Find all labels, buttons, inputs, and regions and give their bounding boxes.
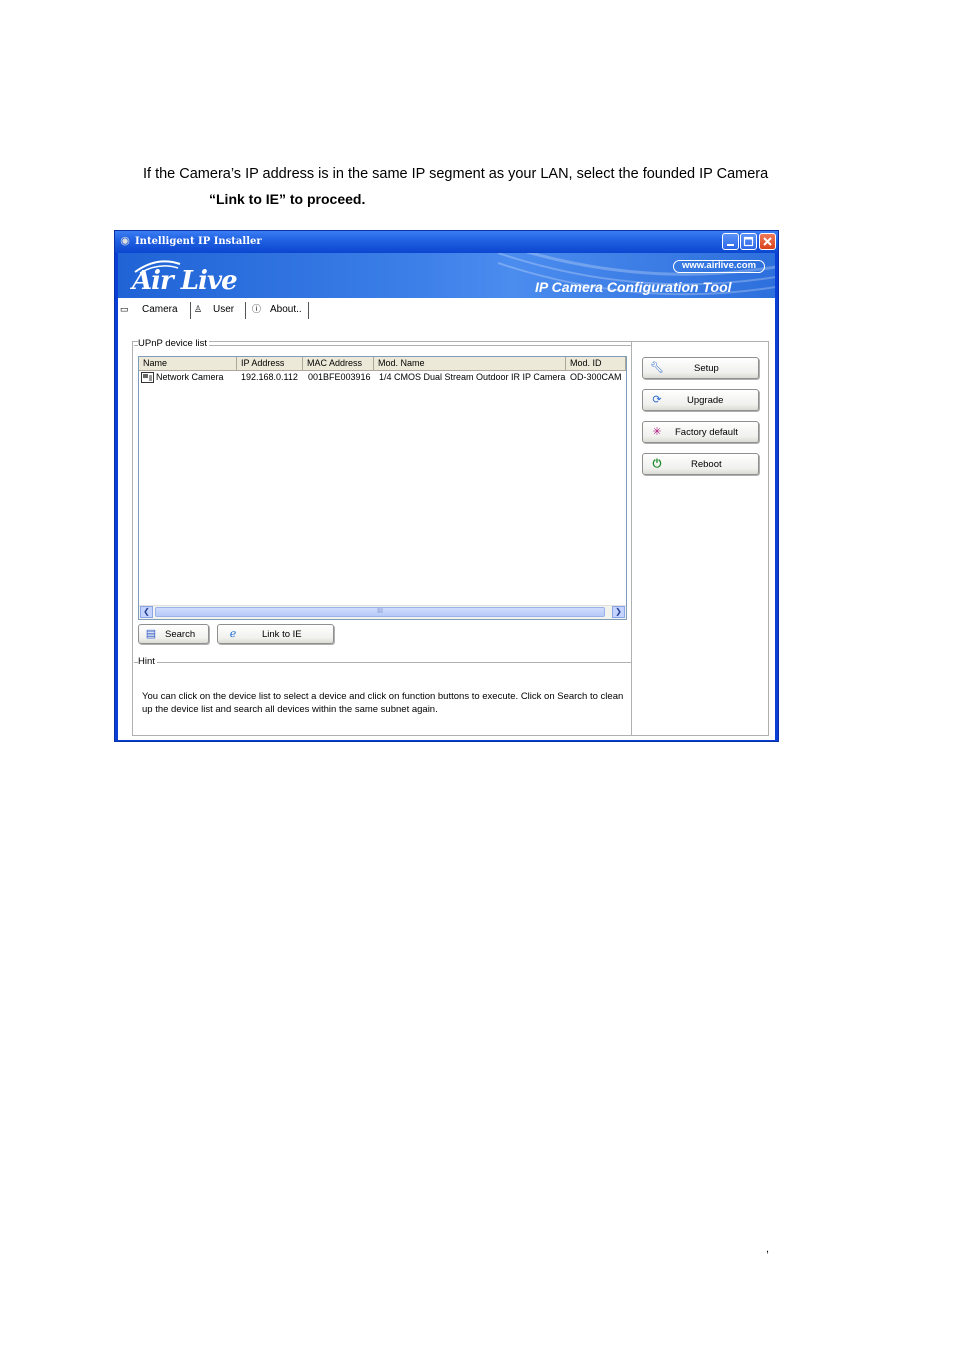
user-icon: ♙ (194, 304, 203, 314)
column-model-name[interactable]: Mod. Name (374, 357, 566, 370)
network-camera-icon (141, 372, 154, 383)
setup-button[interactable]: 🔧︎ Setup (642, 357, 759, 379)
window-title: Intelligent IP Installer (135, 236, 262, 247)
power-icon: ⏻ (652, 458, 662, 470)
instruction-text: If the Camera’s IP address is in the sam… (143, 166, 769, 182)
list-header: Name IP Address MAC Address Mod. Name Mo… (139, 357, 626, 371)
tab-camera[interactable]: ▭ Camera (118, 300, 190, 320)
scroll-right-icon[interactable]: ❯ (612, 606, 625, 618)
camera-icon: ▭ (120, 304, 129, 314)
instruction-emphasis: “Link to IE” to proceed. (209, 191, 366, 207)
hint-label: Hint (138, 656, 157, 667)
factory-default-label: Factory default (675, 427, 738, 438)
minimize-icon (727, 244, 734, 246)
panel-divider (631, 341, 632, 736)
app-icon: ◉ (120, 235, 130, 247)
ie-icon: ℯ (229, 628, 237, 640)
close-button[interactable] (759, 233, 776, 250)
hint-text: You can click on the device list to sele… (142, 691, 624, 715)
cell-ip: 192.168.0.112 (241, 372, 298, 382)
info-icon: ⓘ (252, 304, 262, 314)
minimize-button[interactable] (722, 233, 739, 250)
tab-about-label: About.. (270, 304, 302, 315)
window-client: Air Live www.airlive.com IP Camera Confi… (118, 253, 775, 740)
page-mark: , (766, 1243, 770, 1255)
search-button[interactable]: ▤ Search (138, 624, 209, 644)
device-list-label: UPnP device list (138, 338, 209, 349)
tool-title: IP Camera Configuration Tool (535, 279, 732, 295)
tab-separator (308, 302, 309, 319)
title-bar[interactable]: ◉ Intelligent IP Installer (115, 231, 778, 253)
column-model-id[interactable]: Mod. ID (566, 357, 626, 370)
table-row[interactable]: Network Camera 192.168.0.112 001BFE00391… (139, 371, 626, 384)
brand-banner: Air Live www.airlive.com IP Camera Confi… (118, 253, 775, 298)
tab-about[interactable]: ⓘ About.. (247, 300, 309, 320)
device-list[interactable]: Name IP Address MAC Address Mod. Name Mo… (138, 356, 627, 620)
tab-separator (245, 302, 246, 319)
column-ip[interactable]: IP Address (237, 357, 303, 370)
reboot-label: Reboot (691, 459, 722, 470)
installer-window: ◉ Intelligent IP Installer Air Live www.… (114, 230, 779, 742)
reboot-button[interactable]: ⏻ Reboot (642, 453, 759, 475)
scroll-thumb[interactable]: III (155, 607, 605, 617)
upgrade-label: Upgrade (687, 395, 724, 406)
search-button-label: Search (165, 629, 196, 640)
horizontal-scrollbar[interactable]: ❮ III ❯ (139, 605, 626, 619)
maximize-icon (743, 236, 754, 247)
scroll-left-icon[interactable]: ❮ (140, 606, 153, 618)
search-icon: ▤ (145, 628, 157, 640)
tab-user-label: User (213, 304, 235, 315)
factory-default-icon: ✳ (652, 426, 662, 438)
wrench-icon: 🔧︎ (650, 362, 664, 374)
cell-name: Network Camera (156, 372, 224, 382)
setup-label: Setup (694, 363, 719, 374)
column-name[interactable]: Name (139, 357, 237, 370)
website-link[interactable]: www.airlive.com (673, 260, 765, 273)
tab-camera-label: Camera (142, 304, 178, 315)
factory-default-button[interactable]: ✳ Factory default (642, 421, 759, 443)
tab-bar: ▭ Camera ♙ User ⓘ About.. (118, 300, 775, 320)
upgrade-button[interactable]: ⟳ Upgrade (642, 389, 759, 411)
cell-mac: 001BFE003916 (308, 372, 371, 382)
cell-model-name: 1/4 CMOS Dual Stream Outdoor IR IP Camer… (379, 372, 566, 382)
tab-separator (190, 302, 191, 319)
tab-user[interactable]: ♙ User (192, 300, 244, 320)
cell-model-id: OD-300CAM (570, 372, 622, 382)
link-to-ie-label: Link to IE (262, 629, 302, 640)
airlive-logo: Air Live (132, 266, 238, 296)
group-line (134, 662, 631, 663)
upgrade-icon: ⟳ (652, 394, 662, 406)
close-icon (763, 237, 772, 246)
maximize-button[interactable] (740, 233, 757, 250)
link-to-ie-button[interactable]: ℯ Link to IE (217, 624, 334, 644)
column-mac[interactable]: MAC Address (303, 357, 374, 370)
